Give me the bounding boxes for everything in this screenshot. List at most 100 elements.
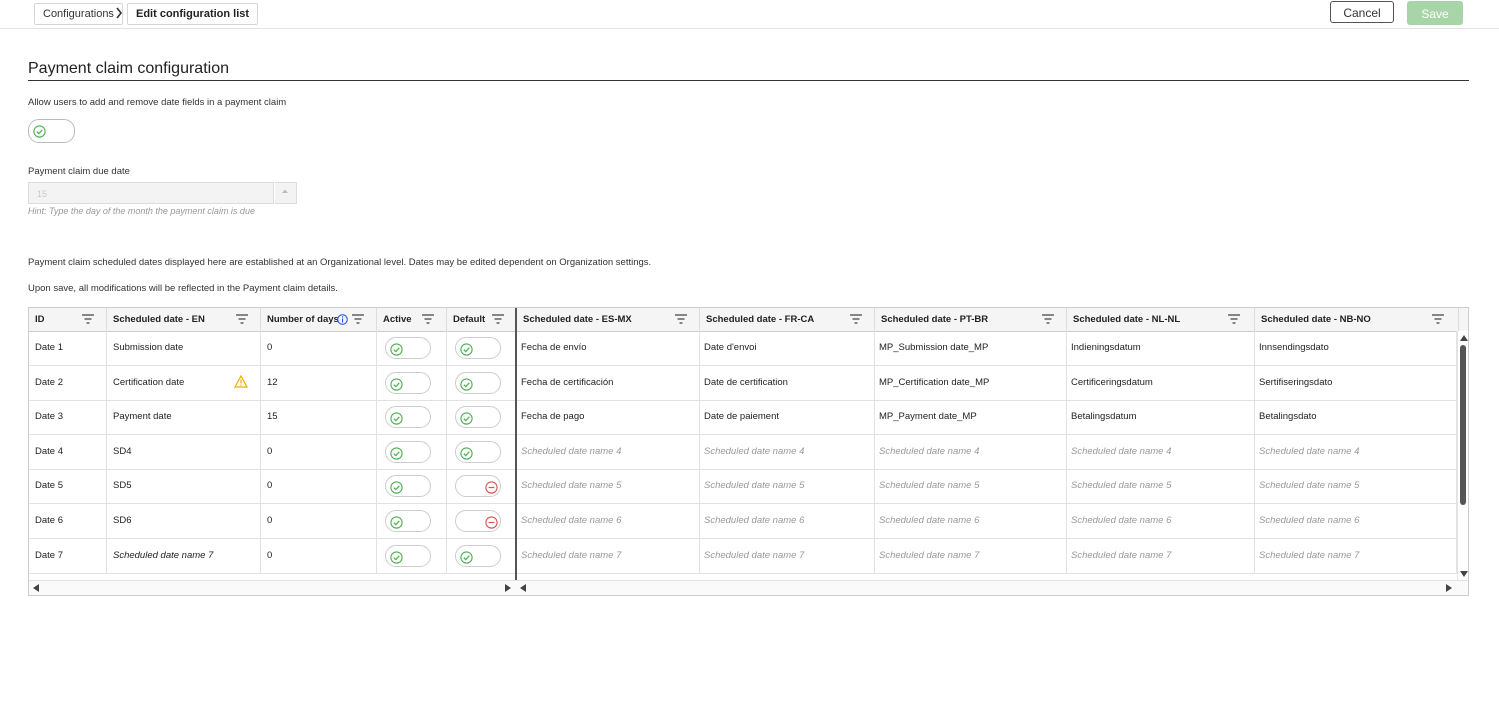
nlnl-cell[interactable]: Scheduled date name 6 (1067, 504, 1255, 538)
frca-cell[interactable]: Scheduled date name 6 (700, 504, 875, 538)
frca-cell[interactable]: Date de certification (700, 365, 875, 400)
default-toggle[interactable] (455, 475, 501, 498)
scrollbar-thumb[interactable] (1460, 345, 1466, 505)
info-icon[interactable] (337, 314, 348, 325)
active-toggle[interactable] (385, 406, 431, 429)
due-date-input[interactable]: 15 (28, 182, 274, 204)
id-cell[interactable]: Date 1 (29, 331, 107, 365)
days-cell[interactable]: 0 (261, 469, 377, 504)
cancel-button[interactable]: Cancel (1330, 1, 1394, 23)
ptbr-cell[interactable]: Scheduled date name 5 (875, 469, 1067, 504)
frca-cell[interactable]: Date de paiement (700, 400, 875, 435)
column-header-default[interactable]: Default (447, 308, 516, 331)
default-toggle[interactable] (455, 406, 501, 429)
esmx-cell[interactable]: Scheduled date name 7 (517, 538, 700, 573)
ptbr-cell[interactable]: MP_Payment date_MP (875, 400, 1067, 435)
esmx-cell[interactable]: Scheduled date name 5 (517, 469, 700, 504)
column-header-active[interactable]: Active (377, 308, 447, 331)
nlnl-cell[interactable]: Betalingsdatum (1067, 400, 1255, 435)
nbno-cell[interactable]: Scheduled date name 5 (1255, 469, 1457, 504)
active-toggle[interactable] (385, 337, 431, 359)
vertical-scrollbar[interactable] (1457, 331, 1468, 581)
nlnl-cell[interactable]: Certificeringsdatum (1067, 365, 1255, 400)
id-cell[interactable]: Date 4 (29, 434, 107, 469)
scroll-left-icon[interactable] (33, 584, 39, 592)
scroll-down-icon[interactable] (1460, 571, 1468, 577)
ptbr-cell[interactable]: Scheduled date name 7 (875, 538, 1067, 573)
scroll-up-icon[interactable] (1460, 335, 1468, 341)
nlnl-cell[interactable]: Indieningsdatum (1067, 331, 1255, 365)
days-cell[interactable]: 0 (261, 434, 377, 469)
days-cell[interactable]: 15 (261, 400, 377, 435)
en-cell[interactable]: SD5 (107, 469, 261, 504)
scroll-right-icon[interactable] (1446, 584, 1452, 592)
id-cell[interactable]: Date 6 (29, 504, 107, 538)
id-cell[interactable]: Date 5 (29, 469, 107, 504)
scroll-left-icon[interactable] (520, 584, 526, 592)
esmx-cell[interactable]: Scheduled date name 6 (517, 504, 700, 538)
column-header-days[interactable]: Number of days (261, 308, 377, 331)
active-toggle[interactable] (385, 440, 431, 463)
esmx-cell[interactable]: Fecha de certificación (517, 365, 700, 400)
ptbr-cell[interactable]: MP_Submission date_MP (875, 331, 1067, 365)
id-cell[interactable]: Date 7 (29, 538, 107, 573)
filter-icon[interactable] (674, 313, 688, 325)
scroll-right-icon[interactable] (505, 584, 511, 592)
nlnl-cell[interactable]: Scheduled date name 5 (1067, 469, 1255, 504)
save-button[interactable]: Save (1407, 1, 1463, 25)
filter-icon[interactable] (1227, 313, 1241, 325)
column-header-nbno[interactable]: Scheduled date - NB-NO (1255, 308, 1459, 331)
en-cell[interactable]: SD6 (107, 504, 261, 538)
default-toggle[interactable] (455, 371, 501, 394)
active-toggle[interactable] (385, 544, 431, 567)
filter-icon[interactable] (421, 313, 435, 325)
active-toggle[interactable] (385, 510, 431, 532)
id-cell[interactable]: Date 2 (29, 365, 107, 400)
id-cell[interactable]: Date 3 (29, 400, 107, 435)
filter-icon[interactable] (235, 313, 249, 325)
nbno-cell[interactable]: Scheduled date name 4 (1255, 434, 1457, 469)
filter-icon[interactable] (81, 313, 95, 325)
days-cell[interactable]: 0 (261, 504, 377, 538)
nbno-cell[interactable]: Scheduled date name 6 (1255, 504, 1457, 538)
default-toggle[interactable] (455, 337, 501, 359)
default-toggle[interactable] (455, 510, 501, 532)
nlnl-cell[interactable]: Scheduled date name 4 (1067, 434, 1255, 469)
esmx-cell[interactable]: Scheduled date name 4 (517, 434, 700, 469)
column-header-frca[interactable]: Scheduled date - FR-CA (700, 308, 875, 331)
days-cell[interactable]: 0 (261, 331, 377, 365)
filter-icon[interactable] (491, 313, 505, 325)
nbno-cell[interactable]: Betalingsdato (1255, 400, 1457, 435)
filter-icon[interactable] (351, 313, 365, 325)
frca-cell[interactable]: Scheduled date name 4 (700, 434, 875, 469)
filter-icon[interactable] (1041, 313, 1055, 325)
esmx-cell[interactable]: Fecha de envío (517, 331, 700, 365)
filter-icon[interactable] (1431, 313, 1445, 325)
allow-date-fields-toggle[interactable] (28, 119, 75, 143)
column-header-nlnl[interactable]: Scheduled date - NL-NL (1067, 308, 1255, 331)
filter-icon[interactable] (849, 313, 863, 325)
frca-cell[interactable]: Scheduled date name 5 (700, 469, 875, 504)
breadcrumb-configurations[interactable]: Configurations (34, 3, 123, 25)
column-header-id[interactable]: ID (29, 308, 107, 331)
en-cell[interactable]: SD4 (107, 434, 261, 469)
default-toggle[interactable] (455, 544, 501, 567)
en-cell[interactable]: Scheduled date name 7 (107, 538, 261, 573)
esmx-cell[interactable]: Fecha de pago (517, 400, 700, 435)
ptbr-cell[interactable]: Scheduled date name 4 (875, 434, 1067, 469)
nlnl-cell[interactable]: Scheduled date name 7 (1067, 538, 1255, 573)
days-cell[interactable]: 0 (261, 538, 377, 573)
nbno-cell[interactable]: Innsendingsdato (1255, 331, 1457, 365)
ptbr-cell[interactable]: MP_Certification date_MP (875, 365, 1067, 400)
column-header-esmx[interactable]: Scheduled date - ES-MX (517, 308, 700, 331)
en-cell[interactable]: Payment date (107, 400, 261, 435)
column-header-ptbr[interactable]: Scheduled date - PT-BR (875, 308, 1067, 331)
active-toggle[interactable] (385, 475, 431, 498)
due-date-stepper[interactable] (275, 182, 297, 204)
days-cell[interactable]: 12 (261, 365, 377, 400)
nbno-cell[interactable]: Scheduled date name 7 (1255, 538, 1457, 573)
default-toggle[interactable] (455, 440, 501, 463)
horizontal-scrollbar[interactable] (29, 580, 1468, 595)
column-header-en[interactable]: Scheduled date - EN (107, 308, 261, 331)
nbno-cell[interactable]: Sertifiseringsdato (1255, 365, 1457, 400)
